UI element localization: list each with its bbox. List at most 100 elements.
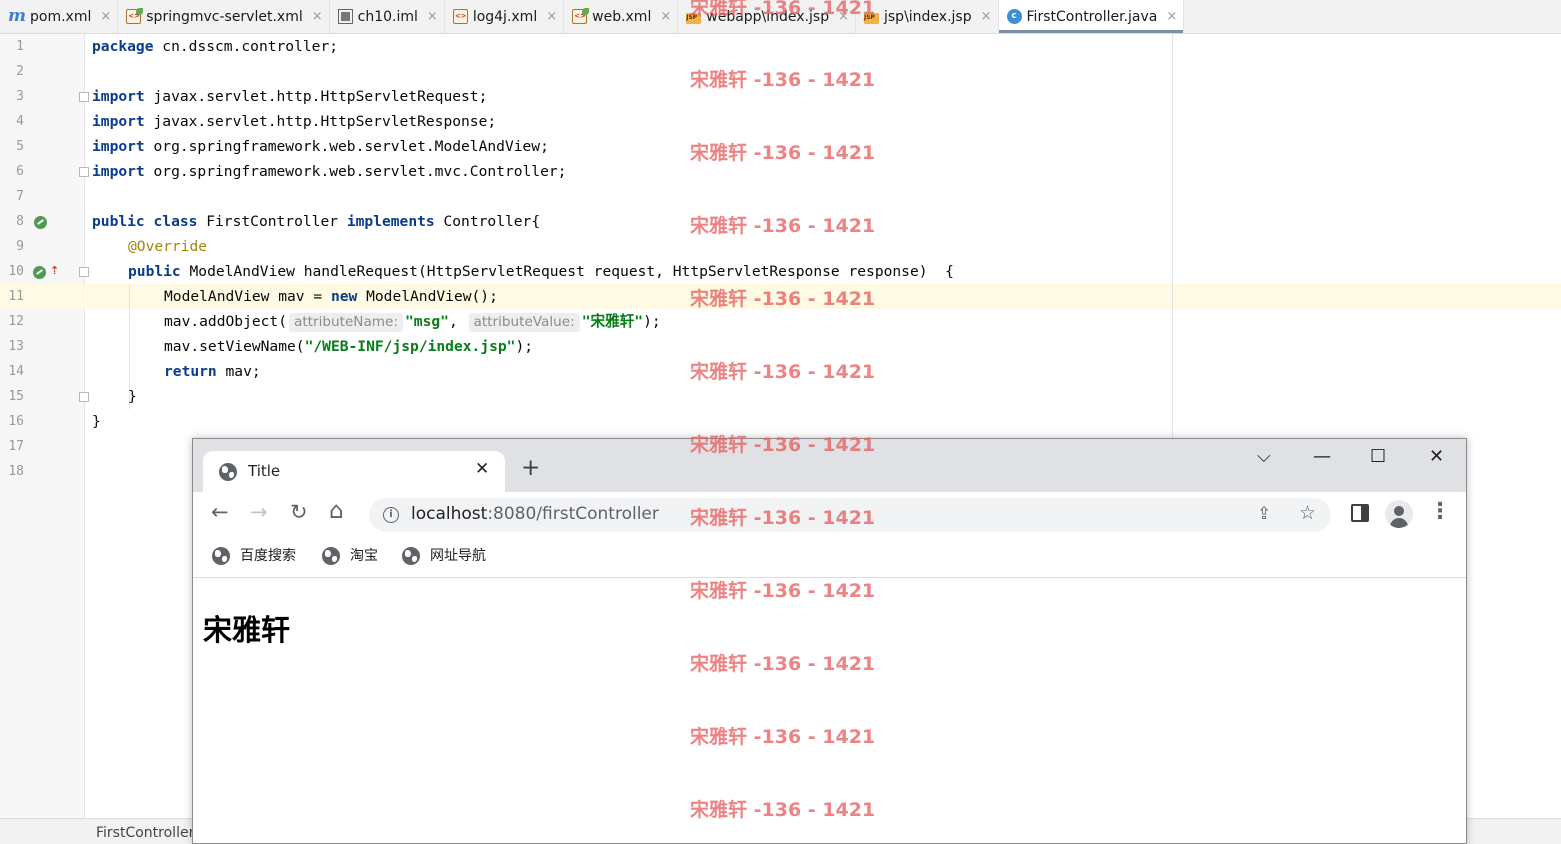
keyword: package [92, 38, 154, 55]
keyword: new [330, 288, 358, 305]
line-number: 17 [8, 439, 24, 454]
editor-tab-webapp-index-jsp[interactable]: webapp\index.jsp × [678, 0, 856, 33]
code-line-12[interactable]: mav.addObject(attributeName: "msg", attri… [164, 309, 661, 334]
code-line-3[interactable]: import javax.servlet.http.HttpServletReq… [92, 84, 487, 109]
line-number: 3 [16, 89, 24, 104]
code-line-11[interactable]: ModelAndView mav = new ModelAndView(); [164, 284, 498, 309]
override-method-icon[interactable]: ⇡ [50, 264, 62, 278]
code-line-9[interactable]: @Override [128, 234, 207, 259]
parameter-hint: attributeValue: [468, 313, 580, 332]
code-text: ); [643, 313, 661, 330]
editor-tab-label: ch10.iml [357, 8, 418, 25]
code-line-15[interactable]: } [128, 384, 137, 409]
code-text: javax.servlet.http.HttpServletRequest; [144, 88, 488, 105]
maven-icon: m [8, 6, 26, 26]
editor-tab-label: web.xml [592, 8, 652, 25]
side-panel-icon[interactable] [1351, 504, 1369, 522]
share-icon[interactable]: ⇪ [1257, 504, 1271, 524]
code-text: ModelAndView handleRequest(HttpServletRe… [180, 263, 954, 280]
line-number: 2 [16, 64, 24, 79]
address-bar[interactable]: i localhost:8080/firstController ⇪ ☆ [369, 498, 1331, 532]
line-number: 9 [16, 239, 24, 254]
editor-tab-web-xml[interactable]: web.xml × [564, 0, 679, 33]
code-text: , [448, 313, 467, 330]
code-line-16[interactable]: } [92, 409, 101, 434]
code-line-1[interactable]: package cn.dsscm.controller; [92, 34, 338, 59]
browser-menu-icon[interactable]: ⋮ [1429, 500, 1451, 524]
module-file-icon [337, 9, 353, 24]
code-text: ModelAndView mav = [164, 288, 331, 305]
jsp-file-icon [686, 13, 702, 24]
url-text[interactable]: localhost:8080/firstController [411, 504, 659, 524]
close-icon[interactable]: × [312, 9, 323, 24]
forward-button[interactable]: → [250, 500, 268, 524]
line-number: 1 [16, 39, 24, 54]
close-icon[interactable]: × [100, 9, 111, 24]
string-literal: "/WEB-INF/jsp/index.jsp" [304, 338, 516, 355]
code-text: cn.dsscm.controller; [153, 38, 339, 55]
maximize-button[interactable]: ☐ [1370, 446, 1386, 467]
code-text: mav; [216, 363, 261, 380]
new-tab-button[interactable]: + [521, 455, 540, 481]
code-line-4[interactable]: import javax.servlet.http.HttpServletRes… [92, 109, 496, 134]
line-number: 6 [16, 164, 24, 179]
xml-file-icon [452, 9, 468, 24]
tab-search-icon[interactable]: ⌵ [1257, 446, 1271, 467]
close-tab-icon[interactable]: ✕ [475, 459, 489, 479]
editor-tab-label: springmvc-servlet.xml [146, 8, 303, 25]
line-number: 13 [8, 339, 24, 354]
line-number: 16 [8, 414, 24, 429]
globe-icon [322, 547, 340, 565]
close-icon[interactable]: × [546, 9, 557, 24]
close-icon[interactable]: × [427, 9, 438, 24]
code-text: org.springframework.web.servlet.mvc.Cont… [144, 163, 567, 180]
editor-tab-springmvc-servlet-xml[interactable]: springmvc-servlet.xml × [118, 0, 330, 33]
parameter-hint: attributeName: [289, 313, 403, 332]
code-line-6[interactable]: import org.springframework.web.servlet.m… [92, 159, 566, 184]
back-button[interactable]: ← [211, 500, 229, 524]
breadcrumb[interactable]: FirstController [96, 825, 194, 841]
home-button[interactable]: ⌂ [329, 498, 344, 524]
bookmark-star-icon[interactable]: ☆ [1299, 502, 1316, 524]
keyword: implements [346, 213, 435, 230]
code-line-8[interactable]: public class FirstController implements … [92, 209, 540, 234]
editor-tab-jsp-index-jsp[interactable]: jsp\index.jsp × [856, 0, 999, 33]
page-heading: 宋雅轩 [203, 613, 291, 647]
close-icon[interactable]: × [1166, 9, 1177, 24]
profile-avatar-icon[interactable] [1385, 500, 1413, 528]
browser-toolbar: ← → ↻ ⌂ i localhost:8080/firstController… [193, 492, 1466, 536]
editor-tab-pom-xml[interactable]: m pom.xml × [0, 0, 119, 33]
spring-bean-icon[interactable] [34, 216, 47, 229]
site-info-icon[interactable]: i [383, 507, 399, 523]
line-number: 11 [8, 289, 24, 304]
editor-tab-log4j-xml[interactable]: log4j.xml × [445, 0, 565, 33]
close-icon[interactable]: × [981, 9, 992, 24]
editor-tab-ch10-iml[interactable]: ch10.iml × [330, 0, 445, 33]
close-icon[interactable]: × [660, 9, 671, 24]
globe-icon [219, 463, 237, 481]
code-line-10[interactable]: public ModelAndView handleRequest(HttpSe… [128, 259, 954, 284]
close-icon[interactable]: × [838, 9, 849, 24]
line-number: 18 [8, 464, 24, 479]
keyword: import [92, 163, 145, 180]
code-line-14[interactable]: return mav; [164, 359, 261, 384]
line-number: 7 [16, 189, 24, 204]
bookmarks-bar: 百度搜索 淘宝 网址导航 [193, 536, 1466, 578]
bookmark-label: 淘宝 [350, 548, 378, 564]
code-line-5[interactable]: import org.springframework.web.servlet.M… [92, 134, 549, 159]
spring-bean-icon[interactable] [33, 266, 46, 279]
editor-tab-firstcontroller-java[interactable]: c FirstController.java × [998, 0, 1185, 33]
code-line-13[interactable]: mav.setViewName("/WEB-INF/jsp/index.jsp"… [164, 334, 533, 359]
minimize-button[interactable]: — [1313, 446, 1331, 467]
string-literal: "宋雅轩" [581, 313, 644, 330]
globe-icon [212, 547, 230, 565]
xml-file-icon [572, 8, 590, 24]
reload-button[interactable]: ↻ [290, 500, 308, 524]
keyword: return [164, 363, 217, 380]
close-window-button[interactable]: ✕ [1429, 446, 1444, 467]
java-class-icon: c [1006, 9, 1022, 24]
line-number: 4 [16, 114, 24, 129]
browser-tab[interactable]: Title ✕ [203, 451, 505, 492]
line-number: 8 [16, 214, 24, 229]
line-number: 14 [8, 364, 24, 379]
